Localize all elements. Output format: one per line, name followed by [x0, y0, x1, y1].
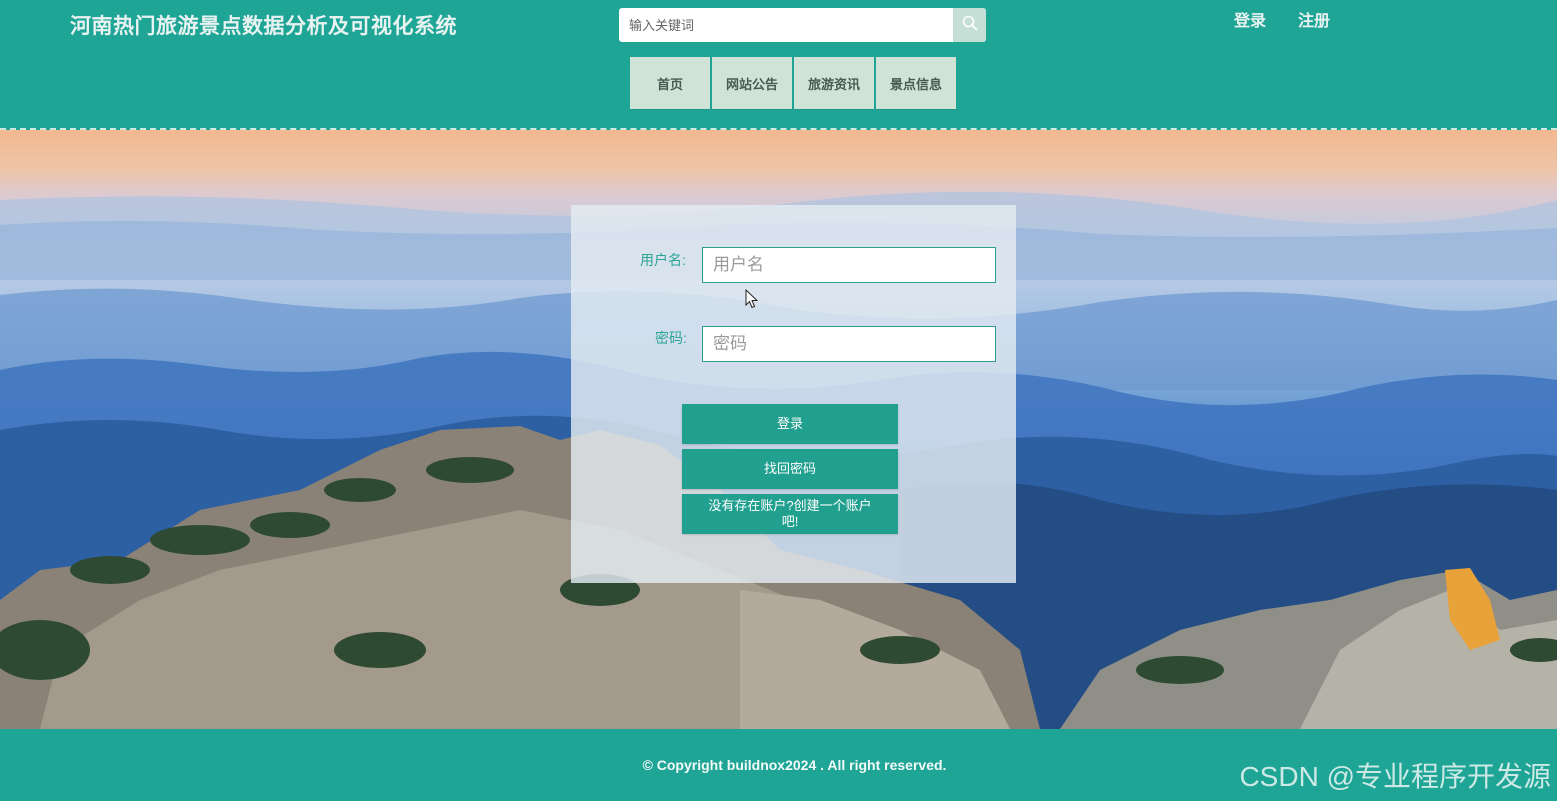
- watermark-text: CSDN @专业程序开发源: [1239, 761, 1551, 792]
- search-input[interactable]: [619, 8, 953, 42]
- mouse-cursor-icon: [745, 288, 759, 314]
- login-link[interactable]: 登录: [1234, 7, 1266, 31]
- login-button[interactable]: 登录: [682, 404, 898, 444]
- site-header: 河南热门旅游景点数据分析及可视化系统 登录 注册 首页 网站公告 旅游资讯 景点…: [0, 0, 1557, 130]
- search-box: [619, 8, 986, 42]
- nav-item-home[interactable]: 首页: [630, 57, 710, 109]
- site-footer: © Copyright buildnox2024 . All right res…: [0, 729, 1557, 801]
- username-label: 用户名:: [640, 252, 686, 268]
- search-button[interactable]: [953, 8, 986, 42]
- register-link[interactable]: 注册: [1298, 7, 1330, 31]
- top-links: 登录 注册: [1234, 7, 1330, 31]
- nav-item-announcements[interactable]: 网站公告: [712, 57, 792, 109]
- main-nav: 首页 网站公告 旅游资讯 景点信息: [630, 57, 956, 109]
- search-icon: [962, 15, 978, 36]
- password-label: 密码:: [655, 330, 687, 346]
- login-panel: 用户名: 密码: 登录 找回密码 没有存在账户?创建一个账户吧!: [571, 205, 1016, 583]
- site-title: 河南热门旅游景点数据分析及可视化系统: [70, 15, 457, 38]
- password-input[interactable]: [702, 326, 996, 362]
- nav-item-travel-news[interactable]: 旅游资讯: [794, 57, 874, 109]
- create-account-button[interactable]: 没有存在账户?创建一个账户吧!: [682, 494, 898, 534]
- username-input[interactable]: [702, 247, 996, 283]
- find-password-button[interactable]: 找回密码: [682, 449, 898, 489]
- nav-item-attractions[interactable]: 景点信息: [876, 57, 956, 109]
